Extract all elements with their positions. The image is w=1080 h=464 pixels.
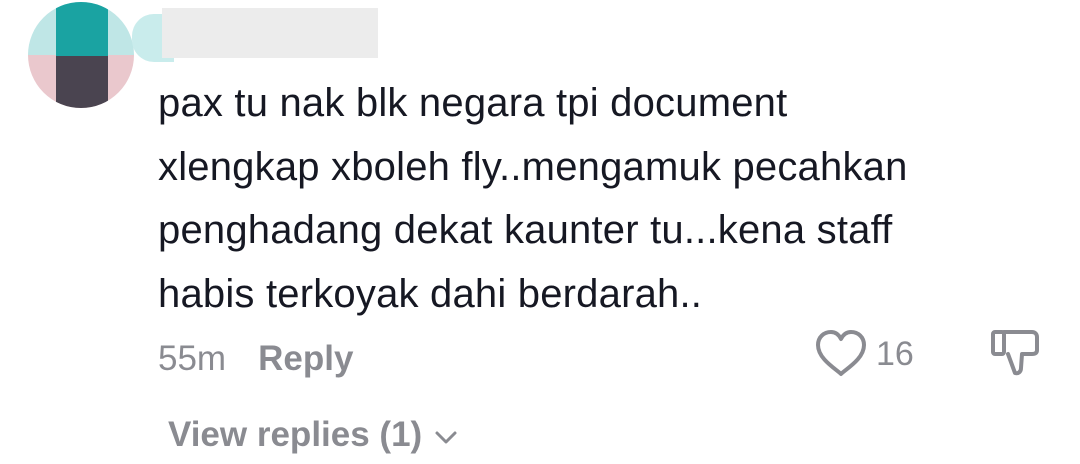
heart-outline-icon[interactable]	[814, 329, 868, 379]
username-redacted[interactable]	[132, 8, 378, 64]
comment-body: pax tu nak blk negara tpi document xleng…	[158, 72, 1058, 326]
thumbs-down-outline-icon[interactable]	[988, 330, 1042, 382]
avatar[interactable]	[28, 2, 134, 108]
comment-line: habis terkoyak dahi berdarah..	[158, 271, 703, 316]
reply-button[interactable]: Reply	[258, 339, 353, 379]
username-blur-part	[162, 8, 378, 58]
avatar-pixel	[56, 2, 108, 56]
like-count: 16	[876, 334, 914, 373]
comment-line: xlengkap xboleh fly..mengamuk pecahkan	[158, 144, 908, 189]
like-button[interactable]: 16	[814, 328, 914, 380]
avatar-pixel	[56, 56, 108, 108]
chevron-down-icon[interactable]	[422, 415, 458, 455]
dislike-button[interactable]	[988, 328, 1042, 378]
comment-line: penghadang dekat kaunter tu...kena staff	[158, 208, 893, 252]
comment-meta: 55m Reply	[158, 334, 353, 384]
comment-timestamp: 55m	[158, 339, 227, 378]
view-replies-button[interactable]: View replies (1)	[168, 410, 458, 460]
comment-line: pax tu nak blk negara tpi document	[158, 81, 788, 125]
view-replies-label[interactable]: View replies (1)	[168, 415, 422, 455]
